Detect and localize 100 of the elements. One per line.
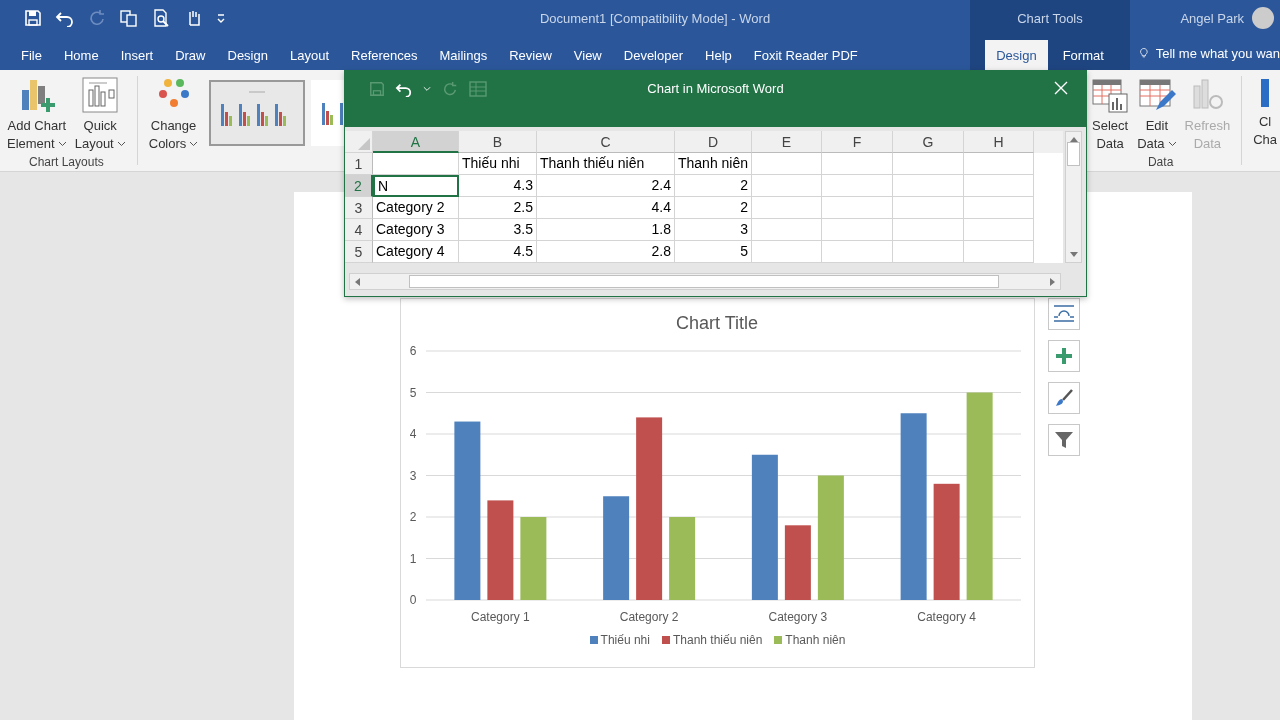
copy-icon[interactable] (119, 9, 139, 27)
row-header[interactable]: 3 (345, 197, 373, 219)
table-cell[interactable]: 1.8 (537, 219, 675, 241)
chart-styles-button[interactable] (1048, 382, 1080, 414)
table-cell[interactable]: Category 4 (373, 241, 459, 263)
ribbon-tab[interactable]: Layout (278, 40, 340, 70)
ribbon-tab[interactable]: Review (498, 40, 563, 70)
table-cell[interactable] (822, 241, 893, 263)
ribbon-tab[interactable]: Help (694, 40, 743, 70)
ribbon-tab[interactable]: File (10, 40, 53, 70)
table-cell[interactable] (822, 219, 893, 241)
undo-icon[interactable] (55, 9, 75, 27)
table-cell[interactable] (752, 197, 822, 219)
column-header[interactable]: G (893, 131, 964, 153)
column-header[interactable]: A (373, 131, 459, 153)
chart-frame[interactable]: Chart Title 0 1 2 3 4 5 6 Category 1 Category 2 Category 3 Category 4 Thiếu nhi Thanh thiếu niên Thanh niên (400, 298, 1035, 668)
column-header[interactable]: H (964, 131, 1034, 153)
table-cell[interactable] (964, 241, 1034, 263)
table-cell[interactable] (822, 197, 893, 219)
ribbon-button[interactable]: Quick Layout (71, 74, 129, 155)
ribbon-tab[interactable]: References (340, 40, 429, 70)
redo-icon[interactable] (88, 9, 106, 27)
scroll-thumb[interactable] (1067, 142, 1080, 166)
table-cell[interactable]: Category 2 (373, 197, 459, 219)
vertical-scrollbar[interactable] (1065, 131, 1082, 263)
table-cell[interactable] (373, 153, 459, 175)
ribbon-tab[interactable]: Design (985, 40, 1048, 70)
table-cell[interactable]: 4.4 (537, 197, 675, 219)
chart-filters-button[interactable] (1048, 424, 1080, 456)
table-cell[interactable]: 2 (675, 175, 752, 197)
table-cell[interactable] (822, 175, 893, 197)
table-cell[interactable] (893, 197, 964, 219)
table-cell[interactable] (964, 219, 1034, 241)
table-cell[interactable] (893, 241, 964, 263)
table-cell[interactable] (752, 153, 822, 175)
table-cell[interactable]: 2.4 (537, 175, 675, 197)
row-header[interactable]: 4 (345, 219, 373, 241)
close-icon (1054, 81, 1068, 95)
scroll-left-icon[interactable] (354, 277, 360, 286)
column-header[interactable]: E (752, 131, 822, 153)
table-cell[interactable] (752, 241, 822, 263)
horizontal-scrollbar[interactable] (349, 273, 1061, 290)
table-cell[interactable]: Thanh niên (675, 153, 752, 175)
ribbon-tab[interactable]: Home (52, 40, 110, 70)
select-all-icon[interactable] (358, 138, 370, 150)
scroll-right-icon[interactable] (1050, 277, 1056, 286)
caret-icon[interactable] (423, 86, 431, 92)
table-cell[interactable]: Thiếu nhi (459, 153, 537, 175)
table-cell[interactable] (752, 219, 822, 241)
column-header[interactable]: B (459, 131, 537, 153)
column-header[interactable]: F (822, 131, 893, 153)
ribbon-button[interactable]: Change Colors (145, 74, 202, 155)
ribbon-tab[interactable]: Developer (612, 40, 695, 70)
column-header[interactable]: D (675, 131, 752, 153)
table-cell[interactable] (822, 153, 893, 175)
table-cell[interactable] (964, 153, 1034, 175)
row-header[interactable]: 1 (345, 153, 373, 175)
table-chart-icon (1091, 76, 1130, 114)
table-icon[interactable] (469, 81, 487, 97)
ribbon-tab[interactable]: Format (1051, 40, 1115, 70)
layout-options-button[interactable] (1048, 298, 1080, 330)
table-cell[interactable] (752, 175, 822, 197)
table-cell[interactable] (893, 175, 964, 197)
tell-me-field[interactable]: Tell me what you wan (1155, 45, 1280, 61)
table-cell[interactable]: Thanh thiếu niên (537, 153, 675, 175)
ribbon-tab[interactable]: Mailings (428, 40, 499, 70)
ribbon-button[interactable]: Cl Cha (1250, 74, 1280, 151)
row-header[interactable]: 2 (345, 175, 373, 197)
table-cell[interactable]: 4.5 (459, 241, 537, 263)
ribbon-tab[interactable]: Design (216, 40, 279, 70)
table-cell[interactable] (893, 219, 964, 241)
ribbon-tab[interactable]: View (562, 40, 613, 70)
table-cell[interactable] (893, 153, 964, 175)
avatar-icon[interactable] (1252, 7, 1274, 29)
ribbon-tab[interactable]: Draw (164, 40, 217, 70)
chart-elements-button[interactable] (1048, 340, 1080, 372)
ribbon-tab[interactable]: Insert (109, 40, 165, 70)
table-cell[interactable] (964, 175, 1034, 197)
ribbon-button[interactable]: Add Chart Element (4, 74, 70, 155)
customize-icon[interactable] (216, 11, 226, 25)
ribbon-tab[interactable]: Foxit Reader PDF (742, 40, 869, 70)
column-header[interactable]: C (537, 131, 675, 153)
table-cell[interactable]: 5 (675, 241, 752, 263)
undo-icon[interactable] (395, 81, 413, 97)
table-cell[interactable]: 3.5 (459, 219, 537, 241)
table-cell[interactable] (964, 197, 1034, 219)
ribbon-button[interactable]: Edit Data (1134, 74, 1180, 155)
redo-icon[interactable] (441, 81, 459, 97)
chart-style-thumbnail[interactable] (209, 80, 306, 146)
ribbon-button[interactable]: Select Data (1088, 74, 1133, 155)
table-cell[interactable]: Category 3 (373, 219, 459, 241)
table-cell[interactable]: 4.3 (459, 175, 537, 197)
table-cell[interactable]: 3 (675, 219, 752, 241)
table-cell[interactable]: 2.8 (537, 241, 675, 263)
table-cell[interactable]: 2 (675, 197, 752, 219)
table-cell[interactable]: N (373, 175, 459, 197)
table-cell[interactable]: 2.5 (459, 197, 537, 219)
row-header[interactable]: 5 (345, 241, 373, 263)
scroll-down-icon[interactable] (1069, 252, 1078, 258)
scroll-thumb[interactable] (409, 275, 999, 288)
